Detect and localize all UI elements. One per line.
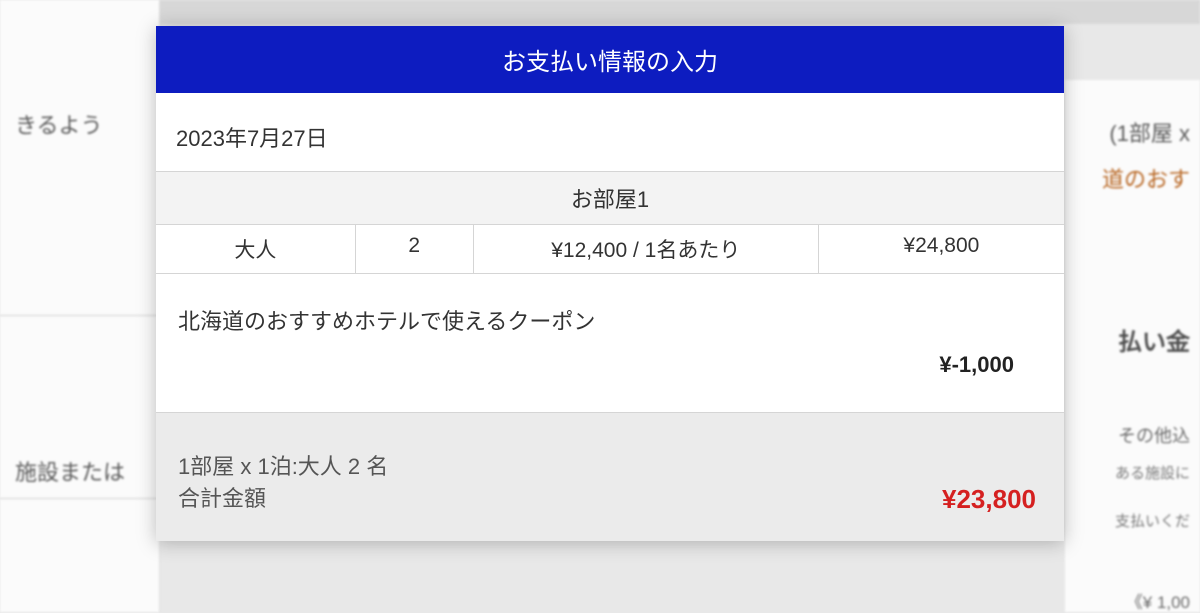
bg-right-text: 道のおす bbox=[1102, 162, 1190, 194]
summary-line-1: 1部屋 x 1泊:大人 2 名 bbox=[178, 451, 388, 483]
bg-left-text: 施設または bbox=[15, 455, 125, 487]
coupon-amount: ¥-1,000 bbox=[178, 336, 1042, 402]
bg-left-divider bbox=[0, 498, 160, 499]
coupon-name: 北海道のおすすめホテルで使えるクーポン bbox=[178, 304, 1042, 336]
modal-title: お支払い情報の入力 bbox=[156, 26, 1064, 93]
total-amount: ¥23,800 bbox=[942, 484, 1036, 515]
payment-info-modal: お支払い情報の入力 2023年7月27日 お部屋1 大人 2 ¥12,400 /… bbox=[156, 26, 1064, 541]
bg-right-text: ある施設に bbox=[1115, 462, 1190, 483]
stay-date: 2023年7月27日 bbox=[156, 93, 1064, 171]
price-row: 大人 2 ¥12,400 / 1名あたり ¥24,800 bbox=[156, 225, 1064, 274]
bg-left-panel: きるよう 施設または bbox=[0, 0, 160, 612]
bg-right-text: 《¥ 1,00 bbox=[1126, 588, 1190, 613]
total-summary: 1部屋 x 1泊:大人 2 名 合計金額 bbox=[178, 451, 388, 515]
room-header: お部屋1 bbox=[156, 171, 1064, 225]
coupon-section: 北海道のおすすめホテルで使えるクーポン ¥-1,000 bbox=[156, 274, 1064, 413]
bg-left-divider bbox=[0, 315, 160, 316]
unit-price-cell: ¥12,400 / 1名あたり bbox=[474, 225, 819, 273]
modal-body: 2023年7月27日 お部屋1 大人 2 ¥12,400 / 1名あたり ¥24… bbox=[156, 93, 1064, 541]
bg-top-bar bbox=[0, 0, 1200, 24]
summary-line-2: 合計金額 bbox=[178, 483, 388, 515]
bg-left-text: きるよう bbox=[15, 108, 103, 140]
bg-right-text: (1部屋 x bbox=[1109, 116, 1190, 148]
guest-type-cell: 大人 bbox=[156, 225, 356, 273]
bg-right-text: 支払いくだ bbox=[1115, 510, 1190, 531]
subtotal-cell: ¥24,800 bbox=[819, 225, 1064, 273]
bg-right-panel: (1部屋 x 道のおす 払い金 その他込 ある施設に 支払いくだ 《¥ 1,00 bbox=[1065, 80, 1200, 612]
bg-right-text: 払い金 bbox=[1118, 322, 1190, 357]
guest-qty-cell: 2 bbox=[356, 225, 474, 273]
total-section: 1部屋 x 1泊:大人 2 名 合計金額 ¥23,800 bbox=[156, 413, 1064, 541]
bg-right-text: その他込 bbox=[1118, 422, 1190, 448]
